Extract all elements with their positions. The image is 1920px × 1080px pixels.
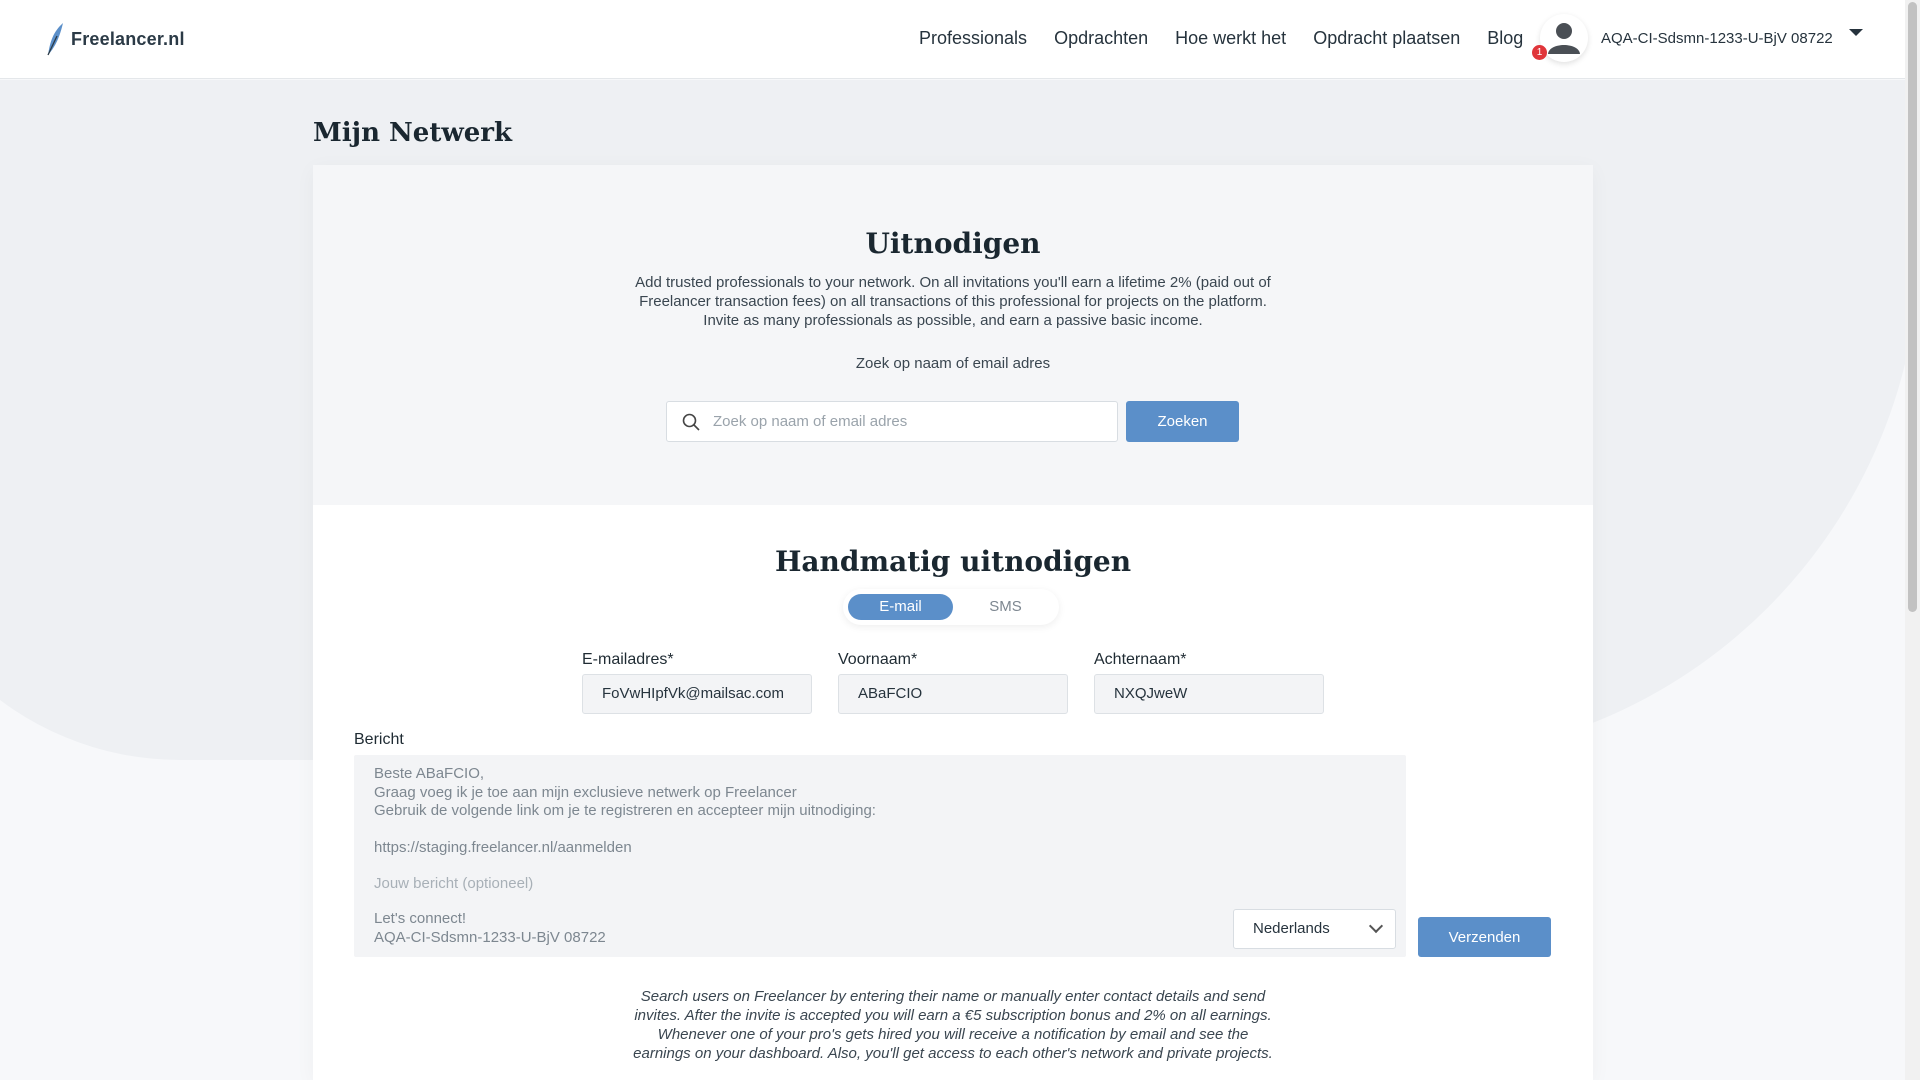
message-placeholder[interactable]: Jouw bericht (optioneel) [374,875,1386,894]
scrollbar[interactable] [1905,0,1920,1080]
feather-logo-icon [47,23,63,56]
tab-sms[interactable]: SMS [953,594,1058,620]
email-label: E-mailadres* [582,651,674,668]
nav-blog[interactable]: Blog [1487,28,1523,49]
top-navigation-bar: Freelancer.nl Professionals Opdrachten H… [0,0,1905,79]
lastname-label: Achternaam* [1094,651,1187,668]
invite-intro: Add trusted professionals to your networ… [635,274,1271,329]
chevron-down-icon [1368,918,1384,934]
email-field[interactable]: FoVwHIpfVk@mailsac.com [582,674,812,714]
search-input[interactable] [713,413,1117,430]
user-name: AQA-CI-Sdsmn-1233-U-BjV 08722 [1601,29,1833,47]
invite-footnote: Search users on Freelancer by entering t… [633,988,1273,1062]
invite-title: Uitnodigen [865,227,1041,260]
nav-opdrachten[interactable]: Opdrachten [1054,28,1148,49]
language-value: Nederlands [1253,920,1330,937]
main-nav: Professionals Opdrachten Hoe werkt het O… [919,28,1550,49]
page-title: Mijn Netwerk [313,118,512,148]
search-box[interactable] [666,401,1118,442]
user-icon [1548,23,1580,54]
scrollbar-thumb[interactable] [1908,2,1917,612]
nav-professionals[interactable]: Professionals [919,28,1027,49]
search-label: Zoek op naam of email adres [855,355,1051,372]
nav-hoe-werkt-het[interactable]: Hoe werkt het [1175,28,1286,49]
language-select[interactable]: Nederlands [1233,909,1396,949]
notification-badge: 1 [1532,45,1547,60]
firstname-label: Voornaam* [838,651,918,668]
logo-text: Freelancer.nl [71,28,185,49]
user-menu[interactable]: 1 AQA-CI-Sdsmn-1233-U-BjV 08722 [1532,14,1863,62]
invite-search-section: Uitnodigen Add trusted professionals to … [313,165,1593,505]
message-line: Graag voeg ik je toe aan mijn exclusieve… [374,783,797,801]
firstname-field[interactable]: ABaFCIO [838,674,1068,714]
invite-method-toggle: E-mail SMS [843,589,1059,625]
network-card: Uitnodigen Add trusted professionals to … [313,165,1593,1080]
message-label: Bericht [354,731,404,748]
manual-invite-title: Handmatig uitnodigen [774,545,1132,578]
tab-email[interactable]: E-mail [848,594,953,620]
message-link: https://staging.freelancer.nl/aanmelden [374,839,632,856]
message-line: Beste ABaFCIO, [374,765,485,782]
message-line: Gebruik de volgende link om je te regist… [374,802,876,819]
search-icon [682,413,700,431]
caret-down-icon[interactable] [1848,28,1863,36]
send-button[interactable]: Verzenden [1418,917,1551,957]
search-button[interactable]: Zoeken [1126,401,1239,442]
avatar[interactable]: 1 [1532,14,1588,62]
message-line [374,821,1386,840]
lastname-field[interactable]: NXQJweW [1094,674,1324,714]
logo[interactable]: Freelancer.nl [45,22,185,56]
nav-opdracht-plaatsen[interactable]: Opdracht plaatsen [1313,28,1460,49]
